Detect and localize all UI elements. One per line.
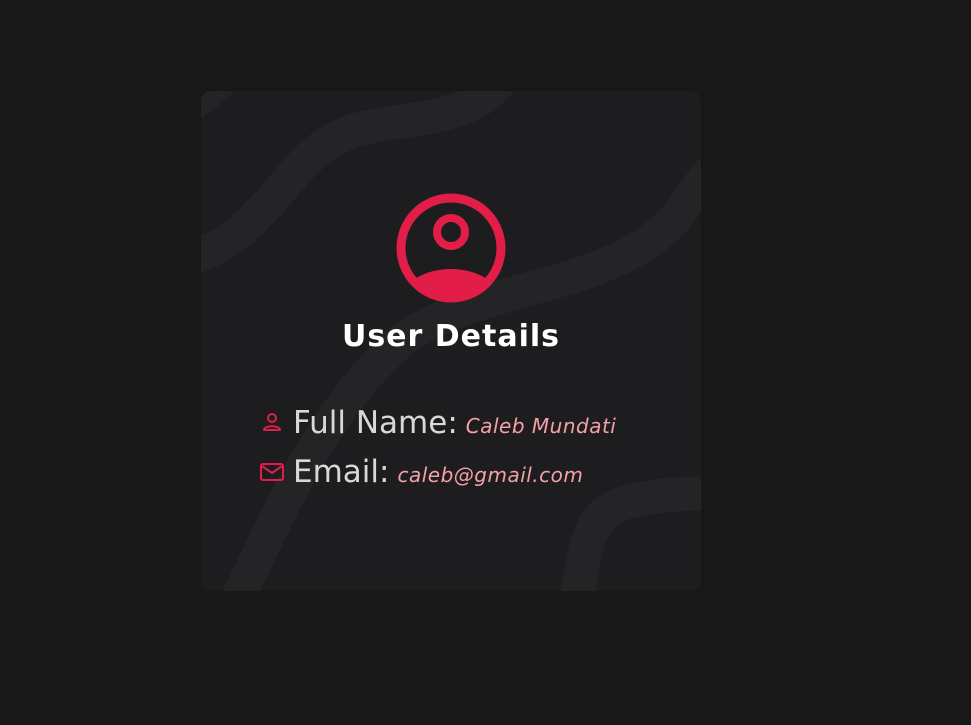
page-title: User Details xyxy=(341,319,561,354)
user-details-card: User Details Full Name: Caleb Mundati Em… xyxy=(201,91,701,591)
user-circle-icon xyxy=(396,193,506,303)
email-label: Email: xyxy=(293,454,390,490)
full-name-value: Caleb Mundati xyxy=(465,414,617,438)
mail-icon xyxy=(260,463,284,481)
email-value: caleb@gmail.com xyxy=(397,463,584,487)
full-name-row: Full Name: Caleb Mundati xyxy=(259,405,616,449)
full-name-label: Full Name: xyxy=(293,405,458,441)
person-icon xyxy=(263,413,281,431)
email-row: Email: caleb@gmail.com xyxy=(259,454,583,498)
